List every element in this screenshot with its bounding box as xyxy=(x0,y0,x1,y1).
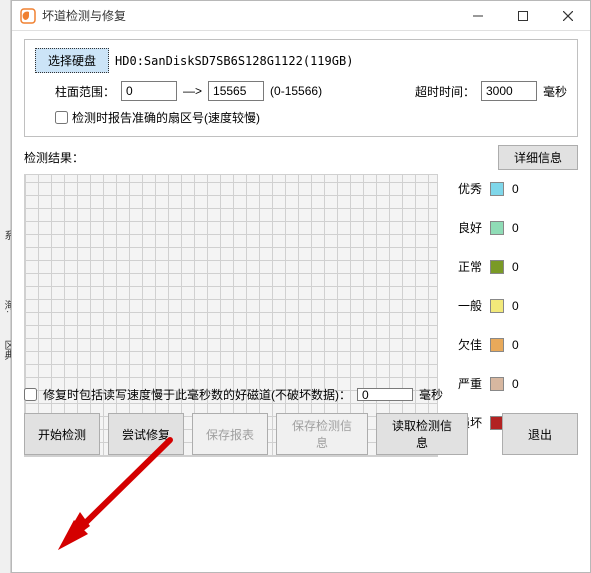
legend-row-2: 正常 0 xyxy=(458,258,532,275)
accurate-sector-checkbox[interactable] xyxy=(55,111,68,124)
legend-label: 欠佳 xyxy=(458,336,482,353)
exit-button[interactable]: 退出 xyxy=(502,413,578,455)
legend-swatch xyxy=(490,299,504,313)
dialog-window: 坏道检测与修复 选择硬盘 HD0:SanDiskSD7SB6S128G1122(… xyxy=(11,0,591,573)
try-repair-button[interactable]: 尝试修复 xyxy=(108,413,184,455)
save-report-button[interactable]: 保存报表 xyxy=(192,413,268,455)
app-icon xyxy=(20,8,36,24)
disk-name-label: HD0:SanDiskSD7SB6S128G1122(119GB) xyxy=(115,54,353,68)
legend-swatch xyxy=(490,338,504,352)
arrow-label: —> xyxy=(183,84,202,98)
timeout-unit-label: 毫秒 xyxy=(543,83,567,100)
repair-ms-input[interactable] xyxy=(357,388,413,401)
legend-count: 0 xyxy=(512,221,532,235)
load-scan-info-button[interactable]: 读取检测信息 xyxy=(376,413,468,455)
accurate-sector-label: 检测时报告准确的扇区号(速度较慢) xyxy=(72,109,260,126)
close-button[interactable] xyxy=(545,1,590,30)
legend-row-0: 优秀 0 xyxy=(458,180,532,197)
legend-count: 0 xyxy=(512,182,532,196)
repair-ms-unit: 毫秒 xyxy=(419,386,443,403)
legend-swatch xyxy=(490,221,504,235)
legend-count: 0 xyxy=(512,260,532,274)
legend-label: 良好 xyxy=(458,219,482,236)
disk-params-group: 选择硬盘 HD0:SanDiskSD7SB6S128G1122(119GB) 柱… xyxy=(24,39,578,137)
cylinder-range-label: 柱面范围： xyxy=(55,83,115,100)
legend-count: 0 xyxy=(512,299,532,313)
titlebar: 坏道检测与修复 xyxy=(12,1,590,31)
maximize-button[interactable] xyxy=(500,1,545,30)
start-scan-button[interactable]: 开始检测 xyxy=(24,413,100,455)
legend-label: 正常 xyxy=(458,258,482,275)
repair-slow-label: 修复时包括读写速度慢于此毫秒数的好磁道(不破坏数据)： xyxy=(43,386,351,403)
repair-slow-checkbox[interactable] xyxy=(24,388,37,401)
legend-row-3: 一般 0 xyxy=(458,297,532,314)
results-label: 检测结果： xyxy=(24,149,498,166)
legend-count: 0 xyxy=(512,338,532,352)
legend-swatch xyxy=(490,260,504,274)
cylinder-to-input[interactable] xyxy=(208,81,264,101)
select-disk-button[interactable]: 选择硬盘 xyxy=(35,48,109,73)
window-title: 坏道检测与修复 xyxy=(42,7,455,24)
save-scan-info-button[interactable]: 保存检测信息 xyxy=(276,413,368,455)
cylinder-from-input[interactable] xyxy=(121,81,177,101)
detail-info-button[interactable]: 详细信息 xyxy=(498,145,578,170)
legend-label: 一般 xyxy=(458,297,482,314)
legend-label: 优秀 xyxy=(458,180,482,197)
background-app-strip: 系 海· 区典 xyxy=(0,0,11,573)
legend-row-1: 良好 0 xyxy=(458,219,532,236)
legend-row-4: 欠佳 0 xyxy=(458,336,532,353)
timeout-input[interactable] xyxy=(481,81,537,101)
timeout-label: 超时时间： xyxy=(415,83,475,100)
cylinder-max-label: (0-15566) xyxy=(270,84,322,98)
minimize-button[interactable] xyxy=(455,1,500,30)
legend-swatch xyxy=(490,182,504,196)
